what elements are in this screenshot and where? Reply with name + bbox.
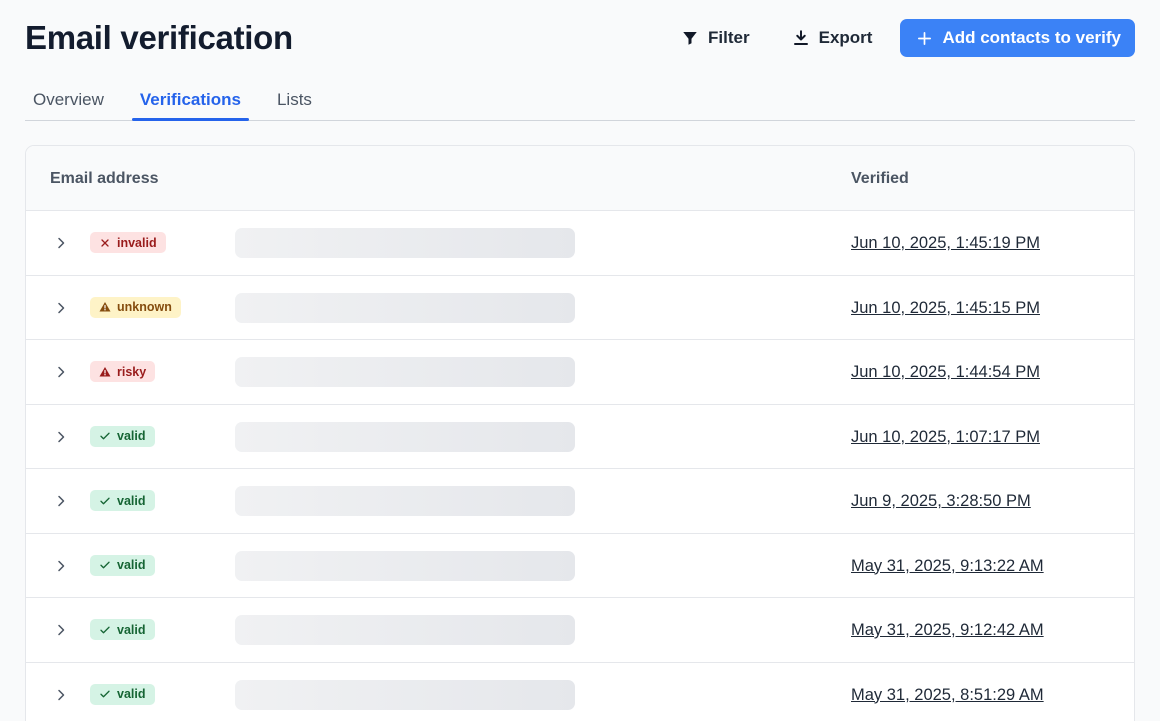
tab-label: Overview [33,90,104,109]
status-badge: valid [90,619,155,640]
warning-icon [99,366,111,378]
table-row[interactable]: invalid Jun 10, 2025, 1:45:19 PM [26,211,1134,276]
email-address-redacted [235,615,575,645]
tab-label: Verifications [139,90,241,109]
status-badge: valid [90,554,155,576]
status-badge: valid [90,490,155,511]
chevron-right-icon[interactable] [53,620,69,640]
check-icon [99,688,111,700]
chevron-right-icon[interactable] [53,298,69,318]
verified-timestamp-link[interactable]: May 31, 2025, 9:12:42 AM [851,598,1044,662]
email-address-redacted [235,228,575,258]
tab-label: Lists [276,90,312,109]
chevron-right-icon[interactable] [53,233,69,253]
status-label: valid [117,493,146,508]
column-header-verified: Verified [851,170,909,187]
verified-timestamp-link[interactable]: May 31, 2025, 8:51:29 AM [851,663,1044,721]
export-button[interactable]: Export [778,19,887,57]
email-address-redacted [235,550,575,581]
x-icon [99,237,111,249]
tab-lists[interactable]: Lists [269,80,320,120]
chevron-right-icon[interactable] [53,427,69,447]
status-label: unknown [117,300,172,314]
verified-timestamp-link[interactable]: Jun 9, 2025, 3:28:50 PM [851,469,1031,533]
table-row[interactable]: risky Jun 10, 2025, 1:44:54 PM [26,340,1134,405]
check-icon [99,624,111,636]
check-icon [99,495,111,507]
page-title: Email verification [25,19,293,56]
chevron-right-icon[interactable] [53,556,69,576]
filter-icon [683,32,697,45]
table-row[interactable]: valid Jun 9, 2025, 3:28:50 PM [26,469,1134,534]
warning-icon [99,301,111,313]
chevron-right-icon[interactable] [53,362,69,382]
add-contacts-button-label: Add contacts to verify [942,28,1121,47]
plus-icon [918,31,932,45]
column-header-email: Email address [50,170,159,187]
status-label: invalid [117,235,157,250]
verified-timestamp-link[interactable]: Jun 10, 2025, 1:45:15 PM [851,276,1040,340]
tab-verifications[interactable]: Verifications [131,80,250,121]
status-badge: valid [90,683,155,705]
status-badge: valid [90,425,155,447]
status-label: valid [117,558,146,572]
table-header: Email address Verified [26,146,1134,211]
email-address-redacted [235,357,575,387]
status-badge: unknown [90,296,181,318]
table-row[interactable]: valid May 31, 2025, 9:13:22 AM [26,534,1134,598]
verified-timestamp-link[interactable]: Jun 10, 2025, 1:07:17 PM [851,405,1040,469]
page-header: Email verification Filter Export Add con… [25,14,1135,62]
export-button-label: Export [818,28,873,47]
status-label: risky [117,364,147,379]
filter-button[interactable]: Filter [667,19,764,57]
status-badge: risky [90,361,156,382]
verified-timestamp-link[interactable]: Jun 10, 2025, 1:44:54 PM [851,340,1040,404]
chevron-right-icon[interactable] [53,685,69,705]
add-contacts-button[interactable]: Add contacts to verify [900,19,1135,57]
check-icon [99,559,111,571]
status-badge: invalid [90,232,166,253]
toolbar: Filter Export Add contacts to verify [667,19,1135,57]
email-address-redacted [235,421,575,452]
email-address-redacted [235,292,575,323]
email-address-redacted [235,679,575,710]
table-row[interactable]: valid May 31, 2025, 8:51:29 AM [26,663,1134,721]
filter-button-label: Filter [708,28,750,47]
status-label: valid [117,687,146,701]
table-row[interactable]: valid Jun 10, 2025, 1:07:17 PM [26,405,1134,469]
tab-bar: Overview Verifications Lists [25,80,1135,121]
email-address-redacted [235,486,575,516]
verified-timestamp-link[interactable]: May 31, 2025, 9:13:22 AM [851,534,1044,598]
tab-overview[interactable]: Overview [25,80,112,120]
verifications-table: Email address Verified invalid Jun 10, 20… [25,145,1135,721]
download-icon [793,30,808,45]
chevron-right-icon[interactable] [53,491,69,511]
check-icon [99,430,111,442]
status-label: valid [117,622,146,637]
table-body: invalid Jun 10, 2025, 1:45:19 PM unknown Ju… [26,211,1134,721]
verified-timestamp-link[interactable]: Jun 10, 2025, 1:45:19 PM [851,211,1040,275]
table-row[interactable]: valid May 31, 2025, 9:12:42 AM [26,598,1134,663]
status-label: valid [117,429,146,443]
table-row[interactable]: unknown Jun 10, 2025, 1:45:15 PM [26,276,1134,340]
